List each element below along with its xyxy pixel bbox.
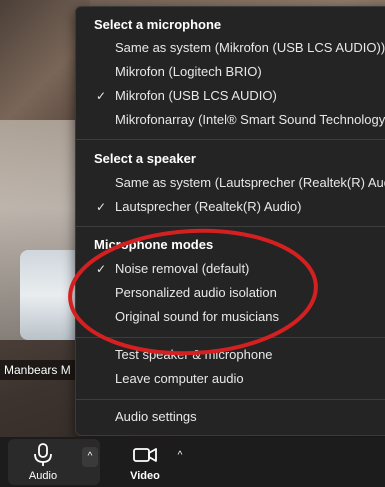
- menu-item-label: Same as system (Mikrofon (USB LCS AUDIO)…: [115, 40, 385, 55]
- microphone-option-usb-lcs-audio[interactable]: ✓ Mikrofon (USB LCS AUDIO): [76, 85, 385, 107]
- microphone-icon: [34, 443, 52, 466]
- menu-item-label: Same as system (Lautsprecher (Realtek(R)…: [115, 175, 385, 190]
- mode-option-original-sound[interactable]: Original sound for musicians: [76, 306, 385, 328]
- mode-option-personalized-isolation[interactable]: Personalized audio isolation: [76, 282, 385, 304]
- menu-item-label: Leave computer audio: [115, 371, 244, 386]
- microphone-option-mikrofonarray[interactable]: Mikrofonarray (Intel® Smart Sound Techno…: [76, 109, 385, 131]
- menu-item-label: Lautsprecher (Realtek(R) Audio): [115, 199, 302, 214]
- speaker-option-realtek[interactable]: ✓ Lautsprecher (Realtek(R) Audio): [76, 196, 385, 218]
- video-options-caret-button[interactable]: ^: [172, 447, 188, 465]
- menu-item-label: Mikrofon (Logitech BRIO): [115, 64, 262, 79]
- checkmark-icon: ✓: [96, 89, 107, 103]
- audio-options-menu: Select a microphone Same as system (Mikr…: [75, 6, 385, 436]
- menu-divider: [76, 337, 385, 338]
- leave-computer-audio-item[interactable]: Leave computer audio: [76, 368, 385, 390]
- menu-item-label: Original sound for musicians: [115, 309, 280, 324]
- menu-item-label: Personalized audio isolation: [115, 285, 277, 300]
- menu-divider: [76, 139, 385, 140]
- audio-button-group: Audio ^: [8, 439, 100, 485]
- menu-item-label: Mikrofonarray (Intel® Smart Sound Techno…: [115, 112, 385, 127]
- speaker-option-same-as-system[interactable]: Same as system (Lautsprecher (Realtek(R)…: [76, 172, 385, 194]
- checkmark-icon: ✓: [96, 200, 107, 214]
- video-button-label: Video: [130, 470, 160, 482]
- test-speaker-microphone-item[interactable]: Test speaker & microphone: [76, 344, 385, 366]
- menu-item-label: Noise removal (default): [115, 261, 250, 276]
- menu-item-label: Mikrofon (USB LCS AUDIO): [115, 88, 277, 103]
- menu-divider: [76, 399, 385, 400]
- checkmark-icon: ✓: [96, 262, 107, 276]
- microphone-modes-heading: Microphone modes: [94, 237, 214, 252]
- meeting-toolbar: Audio ^ Video: [0, 437, 385, 487]
- select-speaker-heading: Select a speaker: [94, 151, 196, 166]
- video-button[interactable]: Video: [110, 439, 180, 485]
- audio-button-label: Audio: [28, 470, 58, 482]
- select-microphone-heading: Select a microphone: [94, 17, 222, 32]
- audio-button[interactable]: Audio: [8, 439, 78, 485]
- video-camera-icon: [133, 448, 157, 462]
- microphone-option-logitech-brio[interactable]: Mikrofon (Logitech BRIO): [76, 61, 385, 83]
- participant-name-label: Manbears M: [0, 360, 84, 380]
- menu-item-label: Test speaker & microphone: [115, 347, 273, 362]
- mode-option-noise-removal[interactable]: ✓ Noise removal (default): [76, 258, 385, 280]
- menu-item-label: Audio settings: [115, 409, 197, 424]
- audio-options-caret-button[interactable]: ^: [82, 447, 98, 467]
- audio-settings-item[interactable]: Audio settings: [76, 406, 385, 428]
- microphone-option-same-as-system[interactable]: Same as system (Mikrofon (USB LCS AUDIO)…: [76, 37, 385, 59]
- menu-divider: [76, 226, 385, 227]
